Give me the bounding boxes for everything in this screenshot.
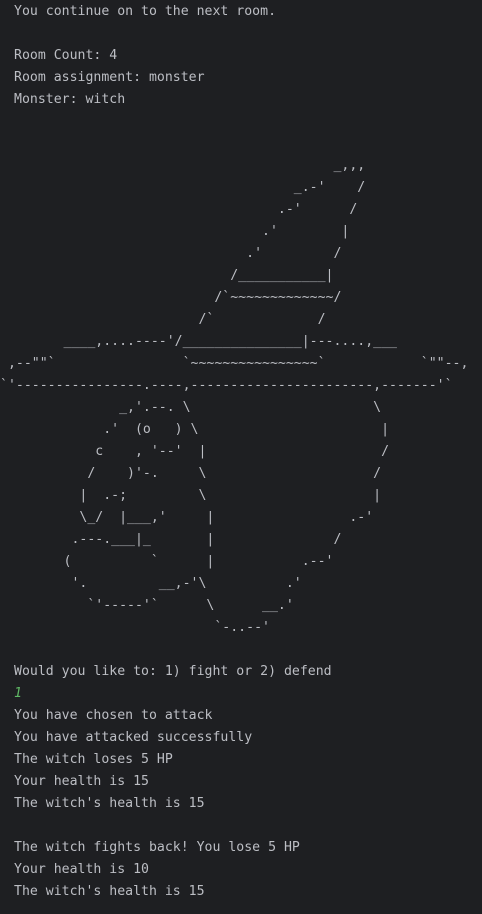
action-prompt: Would you like to: 1) fight or 2) defend	[14, 664, 332, 679]
witch-health-line: The witch's health is 15	[14, 796, 205, 811]
witch-ascii-art: _,,, _.-' / .-' / .' | .' / /___________…	[0, 158, 469, 635]
witch-loses-line: The witch loses 5 HP	[14, 752, 173, 767]
witch-health-line: The witch's health is 15	[14, 884, 205, 899]
monster-line: Monster: witch	[14, 92, 126, 107]
user-input-line[interactable]: 1	[14, 683, 482, 705]
your-health-line: Your health is 10	[14, 862, 149, 877]
chosen-attack-line: You have chosen to attack	[14, 708, 213, 723]
attack-success-line: You have attacked successfully	[14, 730, 253, 745]
intro-line: You continue on to the next room.	[14, 4, 277, 19]
fights-back-line: The witch fights back! You lose 5 HP	[14, 840, 300, 855]
room-count-line: Room Count: 4	[14, 48, 118, 63]
room-assignment-line: Room assignment: monster	[14, 70, 205, 85]
console-output[interactable]: You continue on to the next room. Room C…	[0, 0, 482, 914]
your-health-line: Your health is 15	[14, 774, 149, 789]
